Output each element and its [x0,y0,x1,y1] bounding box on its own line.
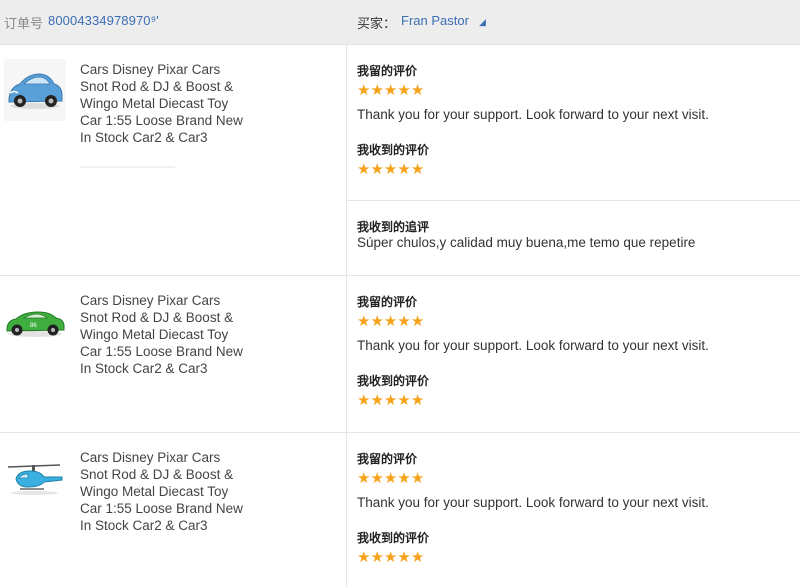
star-icon: ★ [370,392,384,409]
order-number-link[interactable]: 80004334978970⁹' [48,13,159,28]
left-review-rating: ★★★★★ [357,470,425,487]
order-item-row: Cars Disney Pixar Cars Snot Rod & DJ & B… [0,433,800,587]
star-icon: ★ [383,82,398,99]
column-divider [346,276,347,432]
blue-car-toy-icon[interactable] [4,59,66,121]
product-title[interactable]: Cars Disney Pixar Cars Snot Rod & DJ & B… [80,292,270,377]
star-icon: ★ [370,82,384,99]
followup-review-label: 我收到的追评 [357,220,430,234]
left-review-comment: Thank you for your support. Look forward… [357,495,709,510]
star-icon: ★ [397,392,411,409]
star-icon: ★ [410,549,425,566]
received-review-rating: ★★★★★ [357,549,425,566]
star-icon: ★ [357,313,371,330]
order-header: 订单号 80004334978970⁹' 买家： Fran Pastor ◢ [0,0,800,45]
column-divider [346,433,347,587]
helicopter-toy-icon[interactable] [4,447,66,509]
star-icon: ★ [397,470,411,487]
star-icon: ★ [410,470,425,487]
column-divider [346,45,347,275]
star-icon: ★ [410,161,425,178]
left-review-label: 我留的评价 [357,64,418,78]
left-review-comment: Thank you for your support. Look forward… [357,338,709,353]
left-review-rating: ★★★★★ [357,313,425,330]
star-icon: ★ [370,470,384,487]
star-icon: ★ [383,161,398,178]
star-icon: ★ [397,549,411,566]
order-item-row: 86 Cars Disney Pixar Cars Snot Rod & DJ … [0,276,800,433]
faint-divider [80,166,175,168]
buyer-label: 买家： [357,16,397,31]
star-icon: ★ [410,82,425,99]
star-icon: ★ [370,313,384,330]
followup-review-comment: Súper chulos,y calidad muy buena,me temo… [357,235,696,250]
star-icon: ★ [370,549,384,566]
country-flag-icon: ◢ [479,17,486,27]
left-review-label: 我留的评价 [357,295,418,309]
received-review-label: 我收到的评价 [357,531,430,545]
received-review-label: 我收到的评价 [357,143,430,157]
star-icon: ★ [397,82,411,99]
received-review-rating: ★★★★★ [357,392,425,409]
star-icon: ★ [357,161,371,178]
green-race-car-icon[interactable]: 86 [4,290,66,352]
received-review-rating: ★★★★★ [357,161,425,178]
star-icon: ★ [357,392,371,409]
left-review-comment: Thank you for your support. Look forward… [357,107,709,122]
svg-text:86: 86 [30,323,37,329]
left-review-label: 我留的评价 [357,452,418,466]
star-icon: ★ [383,470,398,487]
star-icon: ★ [397,161,411,178]
received-review-label: 我收到的评价 [357,374,430,388]
star-icon: ★ [357,82,371,99]
star-icon: ★ [357,549,371,566]
star-icon: ★ [383,549,398,566]
left-review-rating: ★★★★★ [357,82,425,99]
star-icon: ★ [410,392,425,409]
star-icon: ★ [383,313,398,330]
order-number-label: 订单号 [4,16,44,31]
star-icon: ★ [383,392,398,409]
followup-separator [347,200,800,201]
star-icon: ★ [370,161,384,178]
product-title[interactable]: Cars Disney Pixar Cars Snot Rod & DJ & B… [80,449,270,534]
star-icon: ★ [410,313,425,330]
star-icon: ★ [357,470,371,487]
order-item-row: Cars Disney Pixar Cars Snot Rod & DJ & B… [0,45,800,276]
product-title[interactable]: Cars Disney Pixar Cars Snot Rod & DJ & B… [80,61,270,146]
star-icon: ★ [397,313,411,330]
buyer-name-link[interactable]: Fran Pastor [401,13,469,28]
